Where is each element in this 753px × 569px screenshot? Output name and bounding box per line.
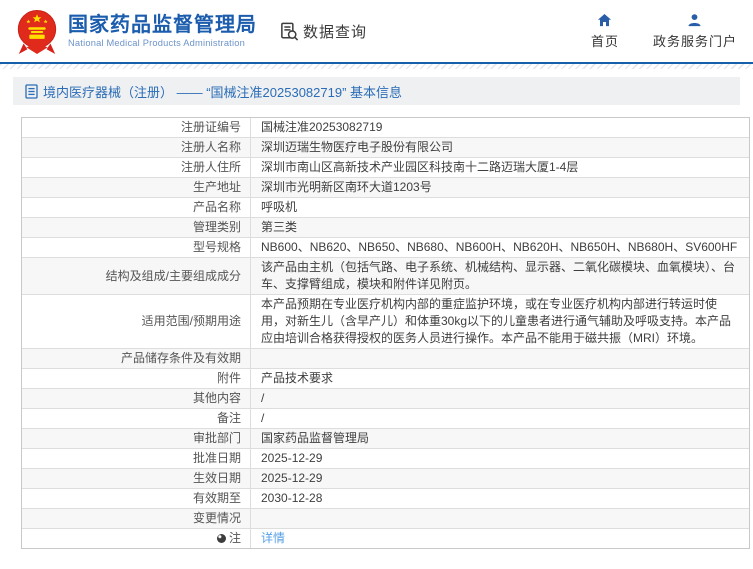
table-row: 管理类别第三类 [22, 218, 749, 238]
header-hatch-strip [0, 64, 753, 69]
table-row: 结构及组成/主要组成成分该产品由主机（包括气路、电子系统、机械结构、显示器、二氧… [22, 258, 749, 295]
table-row: 注册人名称深圳迈瑞生物医疗电子股份有限公司 [22, 138, 749, 158]
row-label: 管理类别 [22, 218, 251, 237]
row-value: 国械注准20253082719 [251, 118, 749, 137]
home-icon [597, 13, 612, 28]
table-row: 产品名称呼吸机 [22, 198, 749, 218]
table-row: 产品储存条件及有效期 [22, 349, 749, 369]
table-row: 生效日期2025-12-29 [22, 469, 749, 489]
row-label: 备注 [22, 409, 251, 428]
row-label: 审批部门 [22, 429, 251, 448]
note-icon [217, 534, 226, 543]
user-icon [687, 13, 702, 28]
table-row: 生产地址深圳市光明新区南环大道1203号 [22, 178, 749, 198]
row-value: 国家药品监督管理局 [251, 429, 749, 448]
nav-item-portal[interactable]: 政务服务门户 [653, 13, 737, 50]
row-label: 有效期至 [22, 489, 251, 508]
row-value: 深圳市南山区高新技术产业园区科技南十二路迈瑞大厦1-4层 [251, 158, 749, 177]
table-row: 批准日期2025-12-29 [22, 449, 749, 469]
national-emblem-icon [14, 8, 60, 56]
row-label: 注册证编号 [22, 118, 251, 137]
table-row: 适用范围/预期用途本产品预期在专业医疗机构内部的重症监护环境，或在专业医疗机构内… [22, 295, 749, 349]
nav-item-label: 政务服务门户 [653, 31, 737, 50]
row-value: 2030-12-28 [251, 489, 749, 508]
row-value: 第三类 [251, 218, 749, 237]
agency-title-cn: 国家药品监督管理局 [68, 14, 257, 36]
row-value: / [251, 389, 749, 408]
breadcrumb-text: 境内医疗器械（注册） —— “国械注准20253082719” 基本信息 [43, 82, 402, 101]
table-row: 其他内容/ [22, 389, 749, 409]
table-row: 型号规格NB600、NB620、NB650、NB680、NB600H、NB620… [22, 238, 749, 258]
table-row: 变更情况 [22, 509, 749, 529]
row-value: 深圳市光明新区南环大道1203号 [251, 178, 749, 197]
row-label: 注 [22, 529, 251, 548]
row-label: 产品储存条件及有效期 [22, 349, 251, 368]
row-label: 变更情况 [22, 509, 251, 528]
row-value [251, 349, 749, 368]
row-label: 产品名称 [22, 198, 251, 217]
brand-logo[interactable]: 国家药品监督管理局 National Medical Products Admi… [14, 6, 257, 56]
row-value: 产品技术要求 [251, 369, 749, 388]
table-row: 有效期至2030-12-28 [22, 489, 749, 509]
table-row: 注册证编号国械注准20253082719 [22, 118, 749, 138]
row-value: 2025-12-29 [251, 449, 749, 468]
site-header: 国家药品监督管理局 National Medical Products Admi… [0, 0, 753, 62]
row-label: 附件 [22, 369, 251, 388]
row-label: 生效日期 [22, 469, 251, 488]
row-label: 其他内容 [22, 389, 251, 408]
row-label: 型号规格 [22, 238, 251, 257]
row-label: 注册人住所 [22, 158, 251, 177]
data-query-menu[interactable]: 数据查询 [279, 21, 367, 42]
row-label: 适用范围/预期用途 [22, 295, 251, 348]
info-table: 注册证编号国械注准20253082719注册人名称深圳迈瑞生物医疗电子股份有限公… [21, 117, 750, 549]
row-label: 结构及组成/主要组成成分 [22, 258, 251, 294]
detail-link[interactable]: 详情 [261, 530, 285, 547]
row-value: 呼吸机 [251, 198, 749, 217]
table-row: 审批部门国家药品监督管理局 [22, 429, 749, 449]
row-value: 深圳迈瑞生物医疗电子股份有限公司 [251, 138, 749, 157]
agency-title-en: National Medical Products Administration [68, 38, 257, 48]
row-value: NB600、NB620、NB650、NB680、NB600H、NB620H、NB… [251, 238, 749, 257]
row-value: 详情 [251, 529, 749, 548]
row-value: 本产品预期在专业医疗机构内部的重症监护环境，或在专业医疗机构内部进行转运时使用，… [251, 295, 749, 348]
data-query-icon [279, 21, 300, 42]
row-label: 批准日期 [22, 449, 251, 468]
nav-item-home[interactable]: 首页 [591, 13, 619, 50]
row-label: 注册人名称 [22, 138, 251, 157]
table-row: 备注/ [22, 409, 749, 429]
row-value: 2025-12-29 [251, 469, 749, 488]
table-row: 注详情 [22, 529, 749, 548]
nav-item-label: 首页 [591, 31, 619, 50]
row-value: 该产品由主机（包括气路、电子系统、机械结构、显示器、二氧化碳模块、血氧模块）、台… [251, 258, 749, 294]
header-nav: 首页 政务服务门户 [591, 13, 737, 50]
document-icon [25, 84, 38, 99]
breadcrumb: 境内医疗器械（注册） —— “国械注准20253082719” 基本信息 [13, 77, 740, 105]
table-row: 附件产品技术要求 [22, 369, 749, 389]
row-label: 生产地址 [22, 178, 251, 197]
data-query-label: 数据查询 [303, 21, 367, 42]
brand-text: 国家药品监督管理局 National Medical Products Admi… [68, 14, 257, 48]
row-value [251, 509, 749, 528]
row-value: / [251, 409, 749, 428]
table-row: 注册人住所深圳市南山区高新技术产业园区科技南十二路迈瑞大厦1-4层 [22, 158, 749, 178]
